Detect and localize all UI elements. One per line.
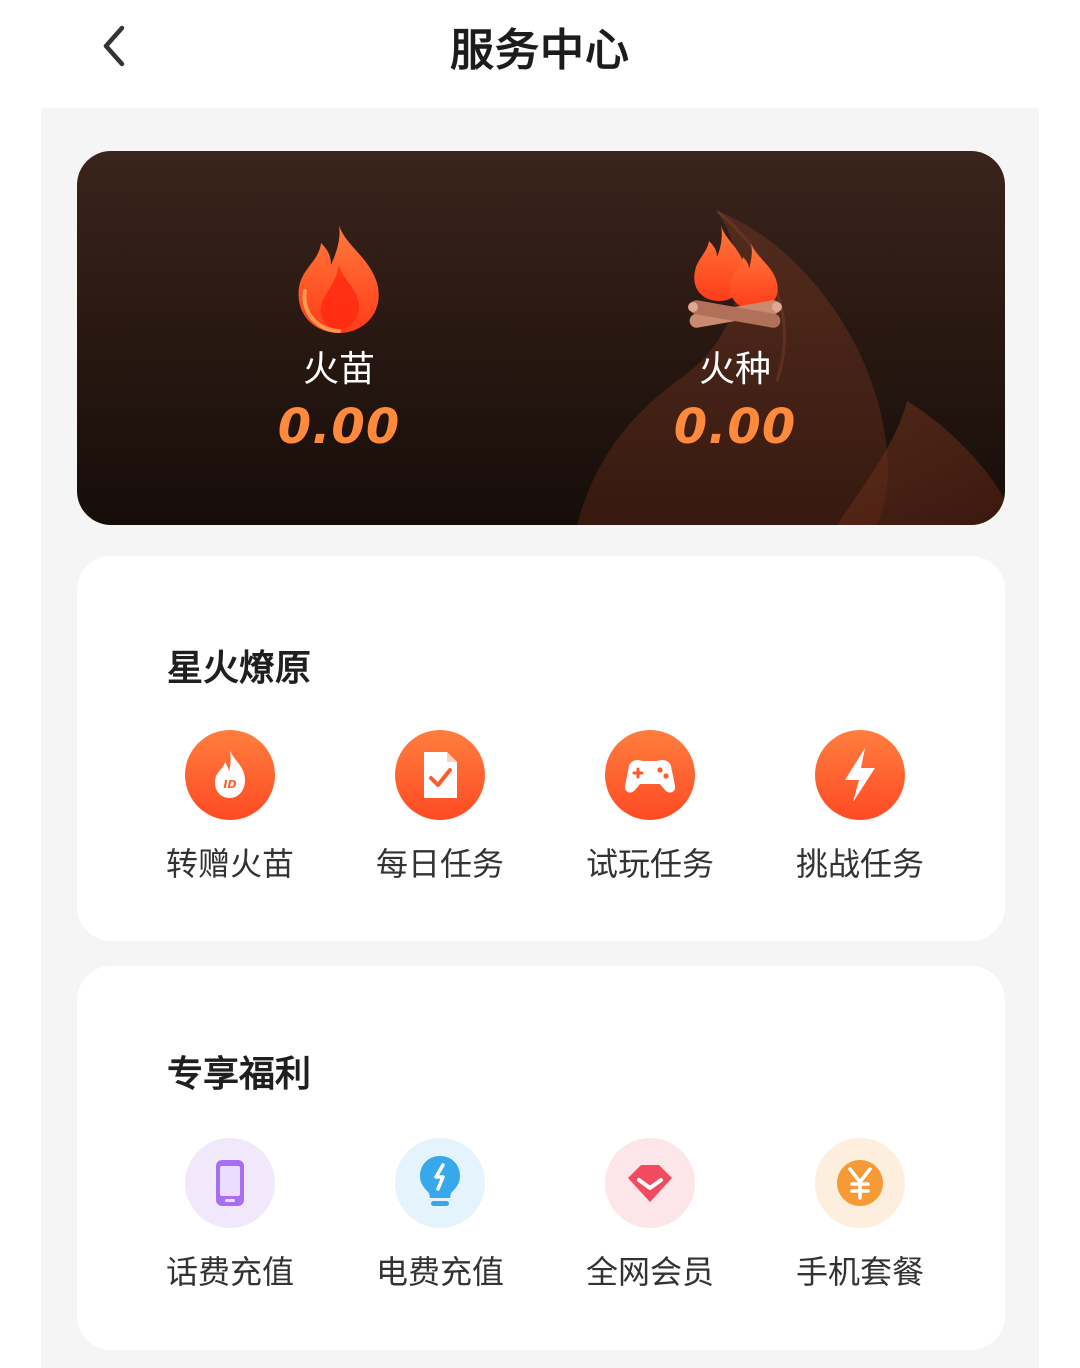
item-label: 电费充值 (375, 1253, 504, 1291)
challenge-task-button[interactable]: 挑战任务 (755, 726, 965, 896)
item-label: 每日任务 (375, 845, 504, 883)
item-label: 挑战任务 (795, 845, 924, 883)
balance-banner: 火苗 0.00 火种 0.00 (77, 151, 1005, 525)
item-label: 手机套餐 (795, 1253, 924, 1291)
task-grid: ID 转赠火苗 每日任务 试玩任务 挑战任务 (125, 726, 965, 896)
item-label: 全网会员 (585, 1253, 714, 1291)
benefit-grid: 话费充值 电费充值 全网会员 手机套餐 (125, 1134, 965, 1304)
seed-balance[interactable]: 火种 0.00 (625, 221, 845, 455)
item-label: 试玩任务 (585, 845, 714, 883)
phone-plan-button[interactable]: 手机套餐 (755, 1134, 965, 1304)
gamepad-icon (605, 730, 695, 820)
gift-flame-icon: ID (185, 730, 275, 820)
flame-value: 0.00 (277, 399, 401, 455)
main-content: 火苗 0.00 火种 0.00 星火燎原 ID 转赠火苗 每日任务 试玩任务 挑… (41, 108, 1039, 1368)
svg-text:ID: ID (223, 778, 236, 791)
daily-task-button[interactable]: 每日任务 (335, 726, 545, 896)
xinghuo-section: 星火燎原 ID 转赠火苗 每日任务 试玩任务 挑战任务 (77, 556, 1005, 941)
flame-label: 火苗 (302, 349, 375, 390)
membership-button[interactable]: 全网会员 (545, 1134, 755, 1304)
yen-coin-icon (815, 1138, 905, 1228)
seed-label: 火种 (698, 349, 771, 390)
phone-recharge-button[interactable]: 话费充值 (125, 1134, 335, 1304)
top-bar: 服务中心 (0, 0, 1080, 100)
section-title: 专享福利 (167, 1054, 312, 1095)
page-title: 服务中心 (450, 25, 630, 76)
flame-icon (298, 225, 379, 333)
lightning-icon (815, 730, 905, 820)
seed-value: 0.00 (673, 399, 797, 455)
banner-flame-decoration (577, 209, 1005, 525)
benefits-section: 专享福利 话费充值 电费充值 全网会员 手机套餐 (77, 966, 1005, 1350)
lightbulb-icon (395, 1138, 485, 1228)
electricity-recharge-button[interactable]: 电费充值 (335, 1134, 545, 1304)
phone-icon (185, 1138, 275, 1228)
gift-flame-button[interactable]: ID 转赠火苗 (125, 726, 335, 896)
section-title: 星火燎原 (167, 648, 312, 689)
trial-task-button[interactable]: 试玩任务 (545, 726, 755, 896)
daily-task-icon (395, 730, 485, 820)
diamond-icon (605, 1138, 695, 1228)
item-label: 转赠火苗 (165, 845, 294, 883)
flame-balance[interactable]: 火苗 0.00 (229, 221, 449, 455)
campfire-icon (688, 225, 782, 328)
item-label: 话费充值 (165, 1253, 294, 1291)
